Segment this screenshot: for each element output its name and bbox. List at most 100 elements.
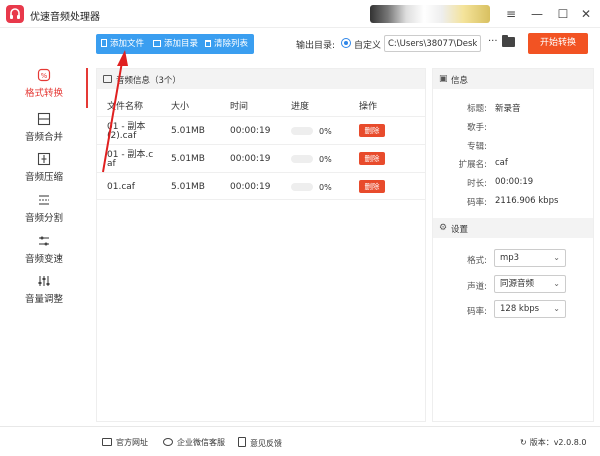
progress-percent: 0% (319, 127, 332, 136)
file-list-header: 音频信息（3个） (97, 69, 425, 89)
feedback-link[interactable]: 意见反馈 (238, 437, 282, 449)
chevron-down-icon: ⌄ (553, 253, 560, 262)
refresh-icon: ↻ (520, 438, 527, 447)
file-size: 5.01MB (171, 154, 205, 164)
split-icon (39, 195, 49, 205)
version-info[interactable]: ↻ 版本：v2.0.8.0 (520, 437, 586, 448)
table-row[interactable]: 01 - 副本 (2).caf 5.01MB 00:00:19 0% 删除 (97, 116, 425, 144)
close-button[interactable]: ✕ (578, 6, 594, 22)
chat-icon (163, 438, 173, 446)
sidebar-item-format-convert[interactable]: % 格式转换 (0, 68, 88, 108)
sidebar-item-volume[interactable]: 音量调整 (0, 274, 88, 314)
settings-title: 设置 (451, 225, 469, 235)
sidebar-item-speed[interactable]: 音频变速 (0, 234, 88, 274)
file-size: 5.01MB (171, 126, 205, 136)
monitor-icon (102, 438, 112, 446)
wechat-support-link[interactable]: 企业微信客服 (163, 437, 225, 448)
sidebar-item-label: 音频压缩 (24, 172, 63, 183)
file-name-cont: (2).caf (107, 131, 137, 141)
progress-bar (291, 183, 313, 191)
col-action: 操作 (359, 102, 378, 112)
format-select[interactable]: mp3 ⌄ (494, 249, 566, 267)
progress-percent: 0% (319, 155, 332, 164)
title-value: 新录音 (495, 104, 521, 114)
sidebar-item-label: 格式转换 (24, 88, 63, 99)
extension-key: 扩展名: (458, 160, 487, 170)
file-list-panel: 音频信息（3个） 文件名称 大小 时间 进度 操作 01 - 副本 (2).ca… (96, 68, 426, 422)
channel-select[interactable]: 同源音频 ⌄ (494, 275, 566, 293)
sidebar-item-label: 音频分割 (24, 213, 63, 224)
table-row[interactable]: 01 - 副本.c af 5.01MB 00:00:19 0% 删除 (97, 144, 425, 172)
table-row[interactable]: 01.caf 5.01MB 00:00:19 0% 删除 (97, 172, 425, 200)
browse-button[interactable]: ··· (488, 36, 498, 47)
website-link[interactable]: 官方网址 (102, 437, 148, 448)
svg-text:%: % (41, 72, 48, 80)
settings-header: ⚙ 设置 (433, 218, 593, 238)
sidebar-item-split[interactable]: 音频分割 (0, 193, 88, 233)
title-bar: 优速音频处理器 ≡ — ☐ ✕ (0, 0, 600, 28)
clear-list-button[interactable]: 清除列表 (205, 34, 248, 54)
bitrate-select[interactable]: 128 kbps ⌄ (494, 300, 566, 318)
progress-bar (291, 155, 313, 163)
convert-icon: % (37, 68, 51, 82)
open-folder-icon[interactable] (502, 35, 515, 47)
app-logo-icon (6, 5, 24, 23)
file-name-cont: af (107, 159, 116, 169)
extension-value: caf (495, 158, 508, 168)
add-folder-button[interactable]: 添加目录 (153, 34, 198, 54)
file-duration: 00:00:19 (230, 126, 271, 136)
user-avatar[interactable] (370, 5, 490, 23)
speed-icon (39, 236, 49, 246)
image-icon (103, 75, 112, 83)
progress-bar (291, 127, 313, 135)
folder-icon (153, 40, 161, 47)
delete-button[interactable]: 删除 (359, 124, 385, 137)
title-key: 标题: (467, 104, 487, 114)
app-title: 优速音频处理器 (30, 12, 100, 23)
col-progress: 进度 (291, 102, 310, 112)
trash-icon (205, 40, 211, 47)
output-dir-label: 输出目录: (296, 41, 336, 51)
col-size: 大小 (171, 102, 190, 112)
sidebar: % 格式转换 音频合并 音频压缩 音频分割 音频变速 音量调整 (0, 62, 88, 424)
custom-dir-radio[interactable] (341, 38, 351, 48)
sidebar-item-compress[interactable]: 音频压缩 (0, 152, 88, 192)
file-duration: 00:00:19 (230, 154, 271, 164)
info-header: ▣ 信息 (433, 69, 593, 89)
col-name: 文件名称 (107, 102, 144, 112)
document-icon (238, 437, 246, 447)
progress-percent: 0% (319, 183, 332, 192)
start-convert-button[interactable]: 开始转换 (528, 33, 588, 54)
sidebar-item-label: 音频合并 (24, 132, 63, 143)
chevron-down-icon: ⌄ (553, 279, 560, 288)
maximize-button[interactable]: ☐ (555, 6, 571, 22)
info-panel: ▣ 信息 标题: 新录音 歌手: 专辑: 扩展名: caf 时长: 00:00:… (432, 68, 594, 422)
delete-button[interactable]: 删除 (359, 152, 385, 165)
minimize-button[interactable]: — (529, 6, 545, 22)
image-icon: ▣ (439, 74, 448, 84)
file-size: 5.01MB (171, 182, 205, 192)
format-key: 格式: (467, 256, 487, 266)
add-file-button[interactable]: 添加文件 (101, 34, 144, 54)
bitrate-value: 2116.906 kbps (495, 196, 559, 206)
output-path-input[interactable] (384, 35, 481, 52)
file-icon (101, 39, 107, 47)
sidebar-item-label: 音量调整 (24, 294, 63, 305)
sidebar-item-merge[interactable]: 音频合并 (0, 112, 88, 152)
col-time: 时间 (230, 102, 249, 112)
bitrate-key: 码率: (467, 198, 487, 208)
duration-key: 时长: (467, 179, 487, 189)
album-key: 专辑: (467, 142, 487, 152)
chevron-down-icon: ⌄ (553, 304, 560, 313)
merge-icon (37, 112, 51, 126)
volume-icon (38, 276, 50, 286)
custom-dir-label: 自定义 (354, 41, 382, 51)
artist-key: 歌手: (467, 123, 487, 133)
menu-icon[interactable]: ≡ (503, 6, 519, 22)
file-toolbar: 添加文件 添加目录 清除列表 (96, 34, 254, 54)
output-bitrate-key: 码率: (467, 307, 487, 317)
file-name: 01.caf (107, 182, 135, 192)
channel-key: 声道: (467, 282, 487, 292)
delete-button[interactable]: 删除 (359, 180, 385, 193)
duration-value: 00:00:19 (495, 177, 534, 187)
